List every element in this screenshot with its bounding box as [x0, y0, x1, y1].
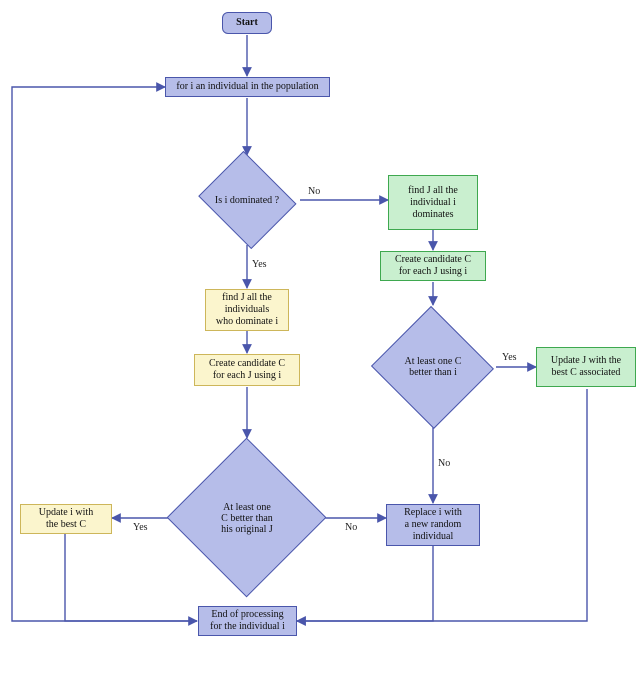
decision-better-than-i-label: At least one C better than i — [399, 356, 468, 378]
edge-label-yes-1: Yes — [252, 259, 267, 270]
yes-create-c-node: Create candidate C for each J using i — [194, 354, 300, 386]
loop-node: for i an individual in the population — [165, 77, 330, 97]
decision-better-than-i: At least one C better than i — [370, 307, 496, 427]
update-i-node: Update i with the best C — [20, 504, 112, 534]
edge-label-no-3: No — [345, 522, 357, 533]
edge-label-no-2: No — [438, 458, 450, 469]
update-j-label: Update J with the best C associated — [551, 355, 621, 379]
start-node: Start — [222, 12, 272, 34]
decision-is-dominated-label: Is i dominated ? — [209, 195, 285, 206]
loop-label: for i an individual in the population — [176, 81, 318, 93]
yes-find-j-label: find J all the individuals who dominate … — [216, 292, 278, 328]
decision-better-than-orig-j-label: At least one C better than his original … — [215, 502, 279, 535]
update-i-label: Update i with the best C — [39, 507, 93, 531]
yes-create-c-label: Create candidate C for each J using i — [209, 358, 285, 382]
decision-is-dominated: Is i dominated ? — [194, 155, 300, 245]
end-node: End of processing for the individual i — [198, 606, 297, 636]
start-label: Start — [236, 17, 258, 29]
no-create-c-node: Create candidate C for each J using i — [380, 251, 486, 281]
no-find-j-node: find J all the individual i dominates — [388, 175, 478, 230]
edge-label-yes-2: Yes — [502, 352, 517, 363]
edge-label-no-1: No — [308, 186, 320, 197]
decision-better-than-orig-j: At least one C better than his original … — [167, 438, 327, 598]
no-find-j-label: find J all the individual i dominates — [408, 185, 458, 221]
replace-i-node: Replace i with a new random individual — [386, 504, 480, 546]
no-create-c-label: Create candidate C for each J using i — [395, 254, 471, 278]
end-label: End of processing for the individual i — [210, 609, 285, 633]
edge-label-yes-3: Yes — [133, 522, 148, 533]
yes-find-j-node: find J all the individuals who dominate … — [205, 289, 289, 331]
replace-i-label: Replace i with a new random individual — [404, 507, 462, 543]
update-j-node: Update J with the best C associated — [536, 347, 636, 387]
